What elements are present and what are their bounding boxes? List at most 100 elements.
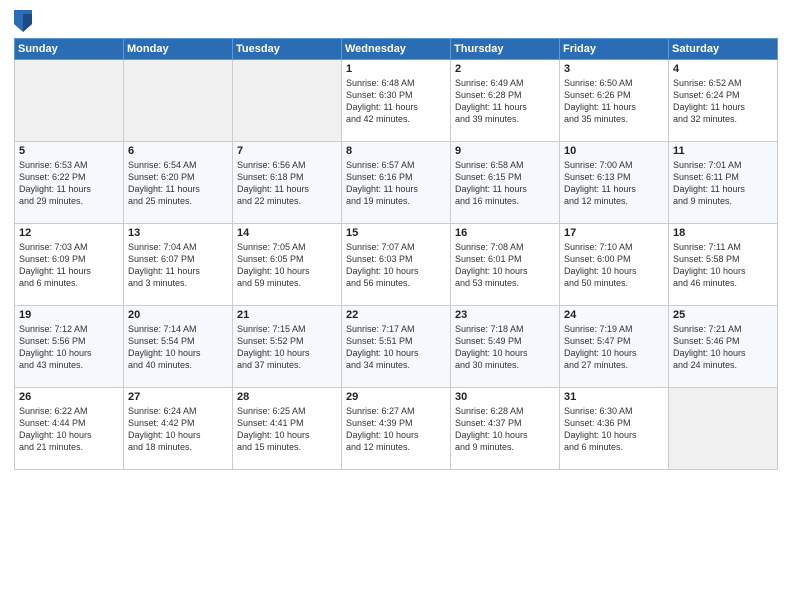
weekday-header-sunday: Sunday — [15, 39, 124, 60]
calendar-cell: 18 Sunrise: 7:11 AM Sunset: 5:58 PM Dayli… — [669, 224, 778, 306]
day-info: Sunrise: 7:10 AM Sunset: 6:00 PM Dayligh… — [564, 241, 664, 290]
day-number: 16 — [455, 227, 555, 239]
week-row-3: 12 Sunrise: 7:03 AM Sunset: 6:09 PM Dayli… — [15, 224, 778, 306]
day-number: 12 — [19, 227, 119, 239]
day-number: 27 — [128, 391, 228, 403]
calendar-cell: 3Sunrise: 6:50 AM Sunset: 6:26 PM Daylig… — [560, 60, 669, 142]
page: SundayMondayTuesdayWednesdayThursdayFrid… — [0, 0, 792, 612]
day-info: Sunrise: 6:28 AM Sunset: 4:37 PM Dayligh… — [455, 405, 555, 454]
day-number: 22 — [346, 309, 446, 321]
day-info: Sunrise: 7:21 AM Sunset: 5:46 PM Dayligh… — [673, 323, 773, 372]
day-number: 24 — [564, 309, 664, 321]
day-info: Sunrise: 6:49 AM Sunset: 6:28 PM Dayligh… — [455, 77, 555, 126]
day-number: 2 — [455, 63, 555, 75]
calendar-cell: 27 Sunrise: 6:24 AM Sunset: 4:42 PM Dayli… — [124, 388, 233, 470]
day-info: Sunrise: 7:19 AM Sunset: 5:47 PM Dayligh… — [564, 323, 664, 372]
calendar-cell — [124, 60, 233, 142]
weekday-header-friday: Friday — [560, 39, 669, 60]
day-number: 17 — [564, 227, 664, 239]
day-number: 8 — [346, 145, 446, 157]
week-row-4: 19 Sunrise: 7:12 AM Sunset: 5:56 PM Dayli… — [15, 306, 778, 388]
day-number: 4 — [673, 63, 773, 75]
calendar-cell: 19 Sunrise: 7:12 AM Sunset: 5:56 PM Dayli… — [15, 306, 124, 388]
day-number: 31 — [564, 391, 664, 403]
week-row-1: 1Sunrise: 6:48 AM Sunset: 6:30 PM Daylig… — [15, 60, 778, 142]
day-info: Sunrise: 6:27 AM Sunset: 4:39 PM Dayligh… — [346, 405, 446, 454]
day-number: 14 — [237, 227, 337, 239]
day-info: Sunrise: 7:08 AM Sunset: 6:01 PM Dayligh… — [455, 241, 555, 290]
day-number: 25 — [673, 309, 773, 321]
day-info: Sunrise: 7:15 AM Sunset: 5:52 PM Dayligh… — [237, 323, 337, 372]
weekday-header-wednesday: Wednesday — [342, 39, 451, 60]
calendar-cell: 6 Sunrise: 6:54 AM Sunset: 6:20 PM Daylig… — [124, 142, 233, 224]
weekday-header-tuesday: Tuesday — [233, 39, 342, 60]
day-number: 21 — [237, 309, 337, 321]
weekday-header-saturday: Saturday — [669, 39, 778, 60]
day-number: 15 — [346, 227, 446, 239]
calendar-cell: 12 Sunrise: 7:03 AM Sunset: 6:09 PM Dayli… — [15, 224, 124, 306]
calendar-cell: 9 Sunrise: 6:58 AM Sunset: 6:15 PM Daylig… — [451, 142, 560, 224]
calendar-cell: 22Sunrise: 7:17 AM Sunset: 5:51 PM Dayli… — [342, 306, 451, 388]
calendar-cell: 2 Sunrise: 6:49 AM Sunset: 6:28 PM Daylig… — [451, 60, 560, 142]
day-info: Sunrise: 6:50 AM Sunset: 6:26 PM Dayligh… — [564, 77, 664, 126]
day-info: Sunrise: 7:12 AM Sunset: 5:56 PM Dayligh… — [19, 323, 119, 372]
week-row-5: 26 Sunrise: 6:22 AM Sunset: 4:44 PM Dayli… — [15, 388, 778, 470]
calendar-cell: 20Sunrise: 7:14 AM Sunset: 5:54 PM Dayli… — [124, 306, 233, 388]
day-number: 11 — [673, 145, 773, 157]
calendar-cell — [15, 60, 124, 142]
day-number: 9 — [455, 145, 555, 157]
calendar-cell: 30 Sunrise: 6:28 AM Sunset: 4:37 PM Dayli… — [451, 388, 560, 470]
day-number: 18 — [673, 227, 773, 239]
day-info: Sunrise: 7:00 AM Sunset: 6:13 PM Dayligh… — [564, 159, 664, 208]
day-info: Sunrise: 7:04 AM Sunset: 6:07 PM Dayligh… — [128, 241, 228, 290]
calendar-cell: 31 Sunrise: 6:30 AM Sunset: 4:36 PM Dayli… — [560, 388, 669, 470]
calendar-cell: 14 Sunrise: 7:05 AM Sunset: 6:05 PM Dayli… — [233, 224, 342, 306]
day-number: 30 — [455, 391, 555, 403]
logo — [14, 10, 37, 32]
calendar-cell: 29Sunrise: 6:27 AM Sunset: 4:39 PM Dayli… — [342, 388, 451, 470]
calendar-cell: 24 Sunrise: 7:19 AM Sunset: 5:47 PM Dayli… — [560, 306, 669, 388]
calendar-cell: 5 Sunrise: 6:53 AM Sunset: 6:22 PM Daylig… — [15, 142, 124, 224]
day-info: Sunrise: 7:07 AM Sunset: 6:03 PM Dayligh… — [346, 241, 446, 290]
header — [14, 10, 778, 32]
calendar: SundayMondayTuesdayWednesdayThursdayFrid… — [14, 38, 778, 470]
day-info: Sunrise: 7:18 AM Sunset: 5:49 PM Dayligh… — [455, 323, 555, 372]
day-number: 10 — [564, 145, 664, 157]
day-info: Sunrise: 6:53 AM Sunset: 6:22 PM Dayligh… — [19, 159, 119, 208]
calendar-cell: 11 Sunrise: 7:01 AM Sunset: 6:11 PM Dayli… — [669, 142, 778, 224]
calendar-cell: 26 Sunrise: 6:22 AM Sunset: 4:44 PM Dayli… — [15, 388, 124, 470]
calendar-cell: 8 Sunrise: 6:57 AM Sunset: 6:16 PM Daylig… — [342, 142, 451, 224]
day-info: Sunrise: 6:22 AM Sunset: 4:44 PM Dayligh… — [19, 405, 119, 454]
day-info: Sunrise: 7:01 AM Sunset: 6:11 PM Dayligh… — [673, 159, 773, 208]
day-info: Sunrise: 7:03 AM Sunset: 6:09 PM Dayligh… — [19, 241, 119, 290]
weekday-header-row: SundayMondayTuesdayWednesdayThursdayFrid… — [15, 39, 778, 60]
calendar-cell: 23Sunrise: 7:18 AM Sunset: 5:49 PM Dayli… — [451, 306, 560, 388]
day-info: Sunrise: 6:25 AM Sunset: 4:41 PM Dayligh… — [237, 405, 337, 454]
logo-icon — [14, 10, 32, 32]
day-number: 1 — [346, 63, 446, 75]
day-info: Sunrise: 7:05 AM Sunset: 6:05 PM Dayligh… — [237, 241, 337, 290]
day-info: Sunrise: 7:11 AM Sunset: 5:58 PM Dayligh… — [673, 241, 773, 290]
day-info: Sunrise: 6:54 AM Sunset: 6:20 PM Dayligh… — [128, 159, 228, 208]
weekday-header-monday: Monday — [124, 39, 233, 60]
day-number: 19 — [19, 309, 119, 321]
day-number: 7 — [237, 145, 337, 157]
calendar-cell: 17 Sunrise: 7:10 AM Sunset: 6:00 PM Dayli… — [560, 224, 669, 306]
day-number: 5 — [19, 145, 119, 157]
day-info: Sunrise: 7:14 AM Sunset: 5:54 PM Dayligh… — [128, 323, 228, 372]
day-info: Sunrise: 6:57 AM Sunset: 6:16 PM Dayligh… — [346, 159, 446, 208]
day-number: 6 — [128, 145, 228, 157]
calendar-cell: 1Sunrise: 6:48 AM Sunset: 6:30 PM Daylig… — [342, 60, 451, 142]
calendar-cell: 21 Sunrise: 7:15 AM Sunset: 5:52 PM Dayli… — [233, 306, 342, 388]
calendar-cell: 16 Sunrise: 7:08 AM Sunset: 6:01 PM Dayli… — [451, 224, 560, 306]
calendar-cell: 10 Sunrise: 7:00 AM Sunset: 6:13 PM Dayli… — [560, 142, 669, 224]
calendar-cell: 13Sunrise: 7:04 AM Sunset: 6:07 PM Dayli… — [124, 224, 233, 306]
calendar-cell: 15 Sunrise: 7:07 AM Sunset: 6:03 PM Dayli… — [342, 224, 451, 306]
day-number: 26 — [19, 391, 119, 403]
calendar-cell: 25 Sunrise: 7:21 AM Sunset: 5:46 PM Dayli… — [669, 306, 778, 388]
day-number: 28 — [237, 391, 337, 403]
calendar-cell: 4Sunrise: 6:52 AM Sunset: 6:24 PM Daylig… — [669, 60, 778, 142]
day-info: Sunrise: 6:58 AM Sunset: 6:15 PM Dayligh… — [455, 159, 555, 208]
day-info: Sunrise: 6:30 AM Sunset: 4:36 PM Dayligh… — [564, 405, 664, 454]
day-info: Sunrise: 6:24 AM Sunset: 4:42 PM Dayligh… — [128, 405, 228, 454]
